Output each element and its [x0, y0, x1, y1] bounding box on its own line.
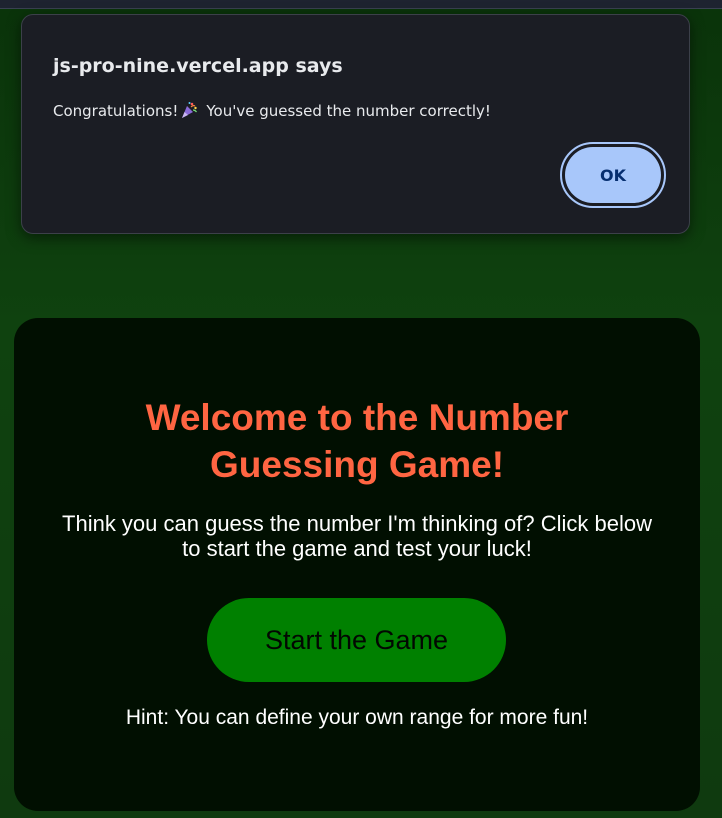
game-card: Welcome to the Number Guessing Game! Thi… — [14, 318, 700, 811]
game-title: Welcome to the Number Guessing Game! — [14, 394, 700, 488]
game-description: Think you can guess the number I'm think… — [62, 511, 652, 561]
ok-button-focus-ring: OK — [560, 142, 666, 208]
dialog-message: Congratulations! You've guessed the numb… — [53, 101, 491, 120]
dialog-message-prefix: Congratulations! — [53, 102, 179, 120]
start-game-button[interactable]: Start the Game — [207, 598, 506, 682]
alert-dialog: js-pro-nine.vercel.app says Congratulati… — [21, 14, 690, 234]
game-title-line-2: Guessing Game! — [209, 444, 505, 485]
dialog-message-text: You've guessed the number correctly! — [206, 102, 491, 120]
hint-text: Hint: You can define your own range for … — [125, 706, 589, 729]
ok-button[interactable]: OK — [565, 147, 661, 203]
browser-top-edge — [0, 0, 722, 9]
game-title-line-1: Welcome to the Number — [145, 397, 569, 438]
party-popper-icon — [180, 101, 198, 119]
dialog-title: js-pro-nine.vercel.app says — [53, 55, 343, 77]
